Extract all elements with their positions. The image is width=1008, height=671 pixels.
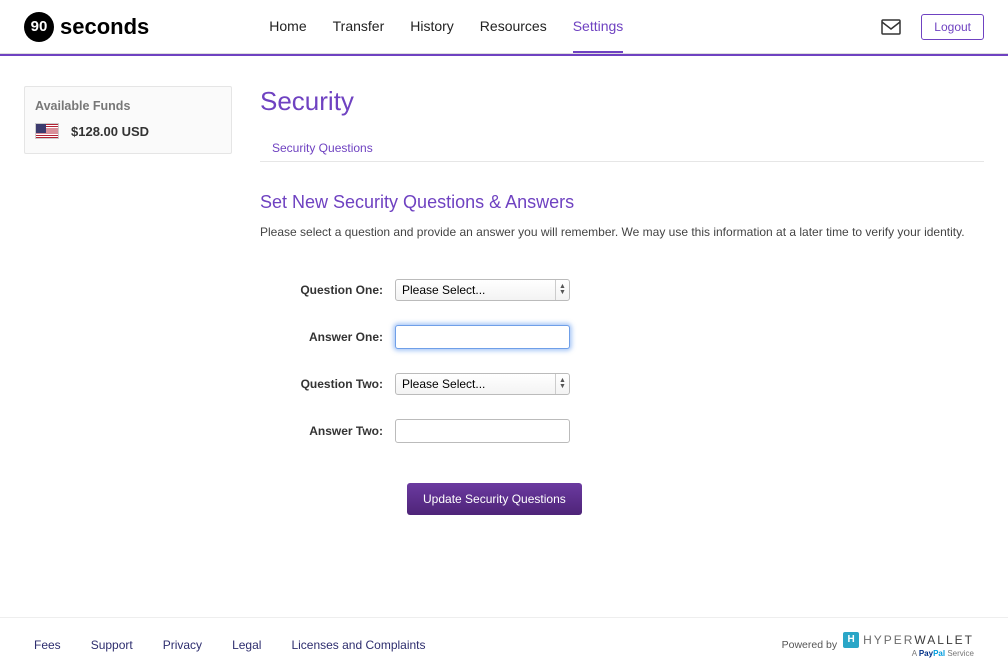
- funds-amount: $128.00 USD: [71, 124, 149, 139]
- nav-history[interactable]: History: [410, 0, 454, 53]
- logo: 90 seconds: [24, 12, 149, 42]
- paypal-tagline: A PayPal Service: [912, 650, 974, 658]
- footer-link-legal[interactable]: Legal: [232, 638, 261, 652]
- funds-card: Available Funds $128.00 USD: [24, 86, 232, 154]
- hyperwallet-text: HYPERWALLET: [863, 634, 974, 646]
- footer-link-support[interactable]: Support: [91, 638, 133, 652]
- powered-by-label: Powered by: [782, 639, 837, 651]
- select-wrap-q2: Please Select... ▲▼: [395, 373, 570, 395]
- mail-icon[interactable]: [881, 19, 901, 35]
- tabs: Security Questions: [260, 135, 984, 162]
- main-nav: Home Transfer History Resources Settings: [269, 0, 623, 53]
- funds-title: Available Funds: [35, 99, 221, 113]
- header: 90 seconds Home Transfer History Resourc…: [0, 0, 1008, 54]
- footer-link-privacy[interactable]: Privacy: [163, 638, 202, 652]
- input-answer-one[interactable]: [395, 325, 570, 349]
- footer-link-fees[interactable]: Fees: [34, 638, 61, 652]
- section-description: Please select a question and provide an …: [260, 225, 984, 239]
- tab-security-questions[interactable]: Security Questions: [260, 135, 385, 161]
- footer-link-licenses[interactable]: Licenses and Complaints: [291, 638, 425, 652]
- input-answer-two[interactable]: [395, 419, 570, 443]
- row-question-one: Question One: Please Select... ▲▼: [260, 279, 984, 301]
- row-answer-one: Answer One:: [260, 325, 984, 349]
- section-title: Set New Security Questions & Answers: [260, 192, 984, 213]
- label-answer-one: Answer One:: [260, 330, 395, 344]
- submit-row: Update Security Questions: [407, 483, 984, 515]
- select-question-one[interactable]: Please Select...: [395, 279, 570, 301]
- us-flag-icon: [35, 123, 59, 139]
- nav-resources[interactable]: Resources: [480, 0, 547, 53]
- select-question-two[interactable]: Please Select...: [395, 373, 570, 395]
- row-question-two: Question Two: Please Select... ▲▼: [260, 373, 984, 395]
- logout-button[interactable]: Logout: [921, 14, 984, 40]
- logo-text: seconds: [60, 14, 149, 40]
- header-right: Logout: [881, 14, 984, 40]
- hyperwallet-icon: H: [843, 632, 859, 648]
- funds-row: $128.00 USD: [35, 123, 221, 139]
- main-container: Available Funds $128.00 USD Security Sec…: [0, 56, 1008, 515]
- logo-badge: 90: [24, 12, 54, 42]
- powered-by: Powered by H HYPERWALLET A PayPal Servic…: [782, 632, 974, 658]
- update-questions-button[interactable]: Update Security Questions: [407, 483, 582, 515]
- footer: Fees Support Privacy Legal Licenses and …: [0, 617, 1008, 671]
- select-wrap-q1: Please Select... ▲▼: [395, 279, 570, 301]
- hyperwallet-logo: H HYPERWALLET A PayPal Service: [843, 632, 974, 658]
- sidebar: Available Funds $128.00 USD: [24, 86, 232, 515]
- label-question-one: Question One:: [260, 283, 395, 297]
- nav-home[interactable]: Home: [269, 0, 306, 53]
- label-answer-two: Answer Two:: [260, 424, 395, 438]
- content: Security Security Questions Set New Secu…: [260, 86, 984, 515]
- label-question-two: Question Two:: [260, 377, 395, 391]
- row-answer-two: Answer Two:: [260, 419, 984, 443]
- nav-transfer[interactable]: Transfer: [333, 0, 385, 53]
- footer-links: Fees Support Privacy Legal Licenses and …: [34, 638, 426, 652]
- page-title: Security: [260, 86, 984, 117]
- nav-settings[interactable]: Settings: [573, 0, 624, 53]
